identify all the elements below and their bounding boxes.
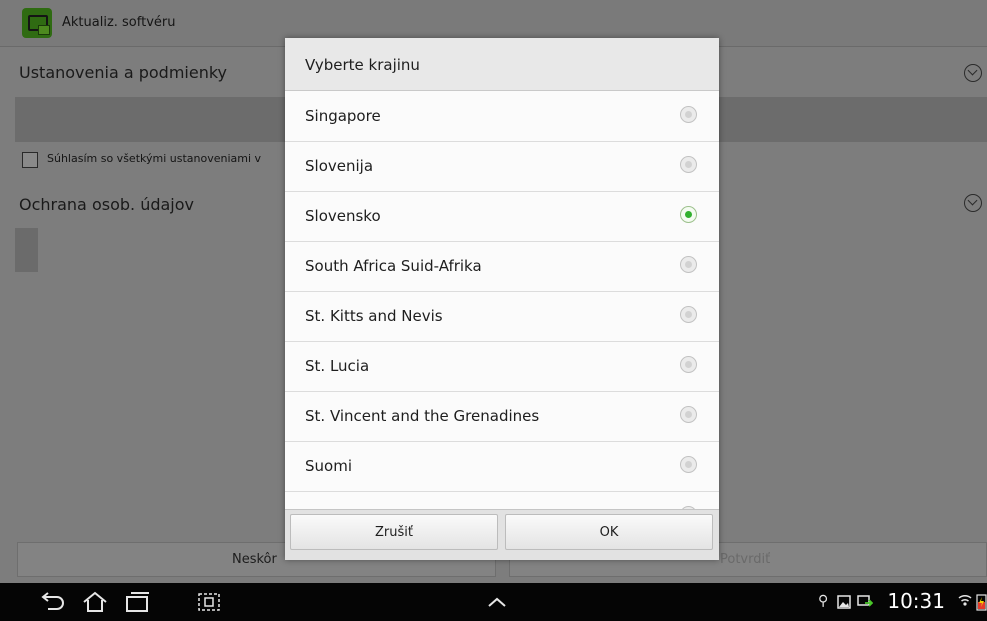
country-picker-dialog: Vyberte krajinu Singapore Slovenija Slov… bbox=[285, 38, 719, 560]
radio-icon[interactable] bbox=[680, 406, 697, 423]
back-icon[interactable] bbox=[40, 591, 66, 613]
country-label: St. Vincent and the Grenadines bbox=[305, 407, 540, 425]
image-icon bbox=[837, 595, 851, 609]
terms-section-title: Ustanovenia a podmienky bbox=[19, 63, 228, 82]
later-button-label: Neskôr bbox=[232, 552, 277, 567]
radio-icon[interactable] bbox=[680, 306, 697, 323]
privacy-content-area bbox=[15, 228, 38, 272]
app-title: Aktualiz. softvéru bbox=[62, 15, 176, 30]
agree-label: Súhlasím so všetkými ustanoveniami v bbox=[47, 152, 262, 165]
wifi-icon bbox=[958, 594, 972, 606]
chevron-down-icon[interactable] bbox=[964, 64, 982, 82]
list-item[interactable]: South Africa Suid-Afrika bbox=[285, 241, 719, 292]
home-icon[interactable] bbox=[82, 591, 108, 613]
chevron-down-icon[interactable] bbox=[964, 194, 982, 212]
dialog-button-bar: Zrušiť OK bbox=[285, 509, 719, 560]
cancel-button-label: Zrušiť bbox=[375, 525, 413, 540]
system-navigation-bar: ⚲ 10:31 bbox=[0, 583, 987, 621]
recent-apps-icon[interactable] bbox=[124, 591, 150, 613]
radio-icon[interactable] bbox=[680, 156, 697, 173]
list-item[interactable]: Slovensko bbox=[285, 191, 719, 242]
agree-checkbox[interactable] bbox=[22, 152, 38, 168]
country-label: St. Lucia bbox=[305, 357, 370, 375]
screen-share-icon bbox=[857, 595, 873, 607]
dialog-title-bar: Vyberte krajinu bbox=[285, 38, 719, 91]
list-item[interactable]: St. Vincent and the Grenadines bbox=[285, 391, 719, 442]
cancel-button[interactable]: Zrušiť bbox=[290, 514, 498, 550]
battery-icon bbox=[976, 594, 987, 611]
list-item[interactable]: St. Kitts and Nevis bbox=[285, 291, 719, 342]
country-label: Singapore bbox=[305, 107, 381, 125]
screenshot-icon[interactable] bbox=[196, 591, 222, 613]
radio-selected-icon[interactable] bbox=[680, 206, 697, 223]
country-label: Slovensko bbox=[305, 207, 381, 225]
software-update-icon bbox=[22, 8, 52, 38]
radio-icon[interactable] bbox=[680, 256, 697, 273]
radio-icon[interactable] bbox=[680, 356, 697, 373]
dialog-title: Vyberte krajinu bbox=[305, 56, 420, 74]
radio-icon[interactable] bbox=[680, 456, 697, 473]
country-label: Slovenija bbox=[305, 157, 374, 175]
country-label: South Africa Suid-Afrika bbox=[305, 257, 482, 275]
list-item[interactable]: St. Lucia bbox=[285, 341, 719, 392]
country-label: St. Kitts and Nevis bbox=[305, 307, 443, 325]
ok-button-label: OK bbox=[599, 525, 619, 540]
confirm-button-label: Potvrdiť bbox=[720, 552, 771, 567]
ok-button[interactable]: OK bbox=[505, 514, 713, 550]
usb-icon: ⚲ bbox=[818, 593, 829, 609]
list-item-partial[interactable] bbox=[285, 491, 719, 509]
country-label: Suomi bbox=[305, 457, 352, 475]
list-item[interactable]: Singapore bbox=[285, 91, 719, 142]
chevron-up-icon[interactable] bbox=[484, 591, 510, 613]
privacy-section-title: Ochrana osob. údajov bbox=[19, 195, 194, 214]
clock: 10:31 bbox=[887, 589, 945, 613]
country-list[interactable]: Singapore Slovenija Slovensko South Afri… bbox=[285, 91, 719, 509]
list-item[interactable]: Slovenija bbox=[285, 141, 719, 192]
radio-icon[interactable] bbox=[680, 106, 697, 123]
list-item[interactable]: Suomi bbox=[285, 441, 719, 492]
